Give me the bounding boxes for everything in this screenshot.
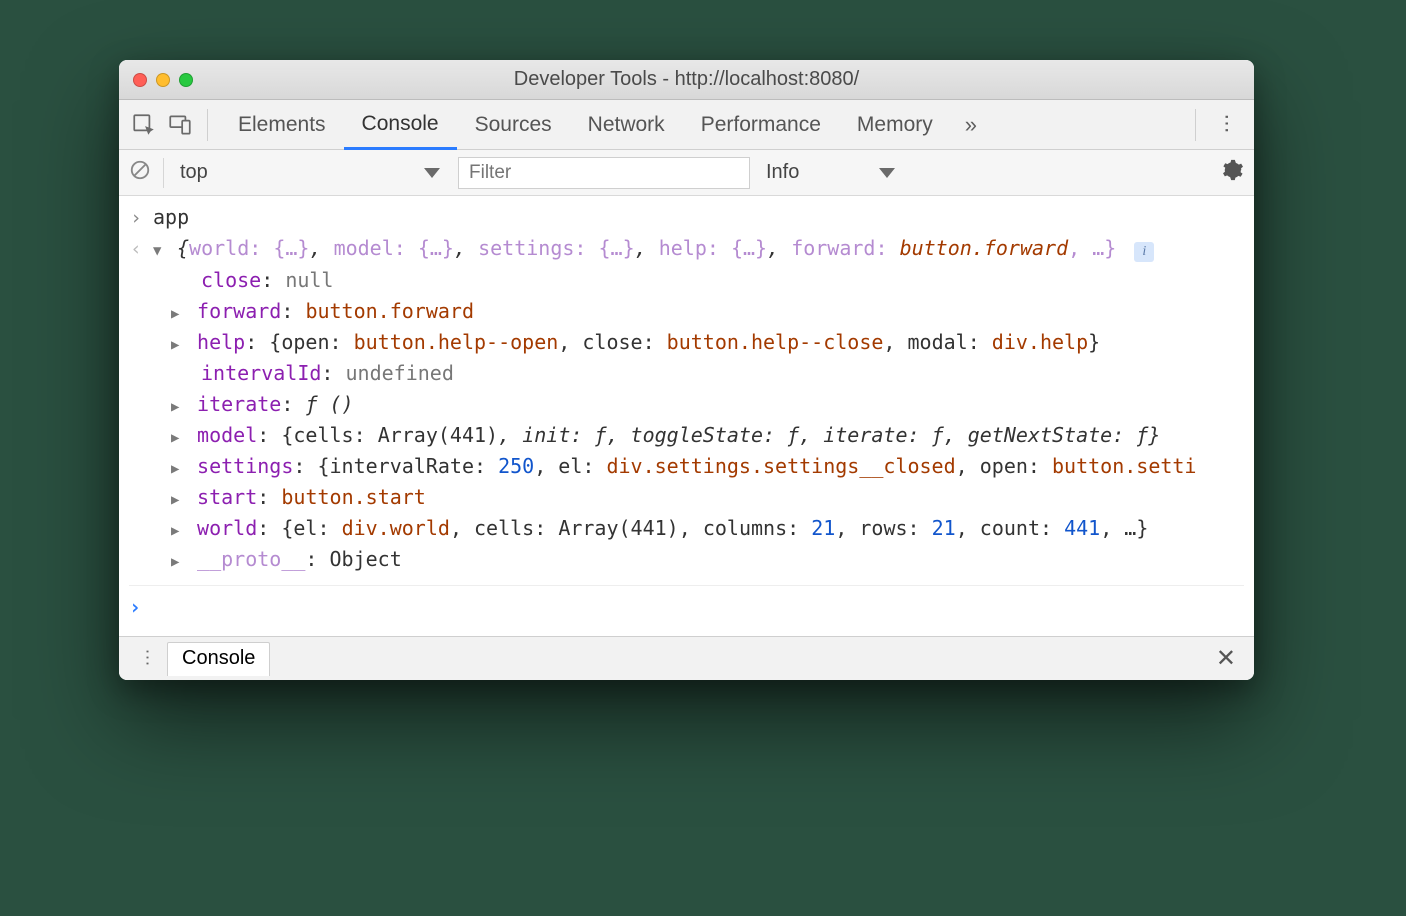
level-label: Info bbox=[766, 161, 799, 184]
tab-network[interactable]: Network bbox=[570, 100, 683, 149]
devtools-window: Developer Tools - http://localhost:8080/… bbox=[119, 60, 1254, 680]
prop-iterate[interactable]: ▶ iterate: ƒ () bbox=[129, 389, 1244, 420]
object-summary: {world: {…}, model: {…}, settings: {…}, … bbox=[177, 233, 1116, 264]
execution-context-select[interactable]: top bbox=[176, 161, 446, 184]
minimize-window-button[interactable] bbox=[156, 73, 170, 87]
window-title: Developer Tools - http://localhost:8080/ bbox=[119, 68, 1254, 91]
console-input-echo: › app bbox=[129, 202, 1244, 233]
tab-elements[interactable]: Elements bbox=[220, 100, 344, 149]
console-filterbar: top Info bbox=[119, 150, 1254, 196]
drawer-tab-console[interactable]: Console bbox=[167, 642, 270, 676]
expand-triangle-icon[interactable]: ▶ bbox=[171, 397, 185, 419]
close-drawer-button[interactable]: ✕ bbox=[1210, 644, 1242, 673]
chevron-down-icon bbox=[879, 168, 895, 178]
console-settings-icon[interactable] bbox=[1222, 159, 1244, 186]
devtools-menu-button[interactable]: ⋯ bbox=[1215, 106, 1240, 144]
tabs-overflow-button[interactable]: » bbox=[951, 112, 991, 138]
expand-triangle-icon[interactable]: ▶ bbox=[171, 428, 185, 450]
context-label: top bbox=[180, 161, 208, 184]
chevron-down-icon bbox=[424, 168, 440, 178]
tab-performance[interactable]: Performance bbox=[683, 100, 839, 149]
log-level-select[interactable]: Info bbox=[766, 161, 895, 184]
prop-forward[interactable]: ▶ forward: button.forward bbox=[129, 296, 1244, 327]
prop-world[interactable]: ▶ world: {el: div.world, cells: Array(44… bbox=[129, 513, 1244, 544]
filterbar-divider bbox=[163, 158, 164, 188]
tab-console[interactable]: Console bbox=[344, 101, 457, 150]
expand-triangle-icon[interactable]: ▶ bbox=[171, 459, 185, 481]
console-output: › app ‹ ▼ {world: {…}, model: {…}, setti… bbox=[119, 196, 1254, 636]
info-badge-icon[interactable]: i bbox=[1134, 242, 1154, 262]
devtools-tabbar: Elements Console Sources Network Perform… bbox=[119, 100, 1254, 150]
console-prompt[interactable]: › bbox=[129, 585, 1244, 623]
prompt-caret-icon: › bbox=[129, 592, 141, 623]
expand-triangle-icon[interactable]: ▶ bbox=[171, 552, 185, 574]
zoom-window-button[interactable] bbox=[179, 73, 193, 87]
console-return-summary[interactable]: ‹ ▼ {world: {…}, model: {…}, settings: {… bbox=[129, 233, 1244, 264]
expand-triangle-icon[interactable]: ▶ bbox=[171, 335, 185, 357]
tabbar-divider bbox=[207, 109, 208, 141]
close-window-button[interactable] bbox=[133, 73, 147, 87]
expand-triangle-icon[interactable]: ▶ bbox=[171, 521, 185, 543]
expand-triangle-icon[interactable]: ▼ bbox=[153, 241, 167, 263]
expand-triangle-icon[interactable]: ▶ bbox=[171, 490, 185, 512]
prop-intervalid[interactable]: intervalId: undefined bbox=[129, 358, 1244, 389]
traffic-lights bbox=[133, 73, 193, 87]
return-caret-icon: ‹ bbox=[129, 235, 143, 264]
clear-console-icon[interactable] bbox=[129, 159, 151, 186]
drawer-bar: ⋯ Console ✕ bbox=[119, 636, 1254, 680]
expand-triangle-icon[interactable]: ▶ bbox=[171, 304, 185, 326]
prop-proto[interactable]: ▶ __proto__: Object bbox=[129, 544, 1244, 575]
drawer-menu-button[interactable]: ⋯ bbox=[137, 643, 158, 675]
tabbar-divider-right bbox=[1195, 109, 1196, 141]
tab-sources[interactable]: Sources bbox=[457, 100, 570, 149]
prop-model[interactable]: ▶ model: {cells: Array(441), init: ƒ, to… bbox=[129, 420, 1244, 451]
tab-memory[interactable]: Memory bbox=[839, 100, 951, 149]
input-caret-icon: › bbox=[129, 204, 143, 233]
input-text: app bbox=[153, 202, 189, 233]
device-toggle-icon[interactable] bbox=[167, 112, 193, 138]
prop-start[interactable]: ▶ start: button.start bbox=[129, 482, 1244, 513]
filter-input[interactable] bbox=[458, 157, 750, 189]
titlebar: Developer Tools - http://localhost:8080/ bbox=[119, 60, 1254, 100]
prop-help[interactable]: ▶ help: {open: button.help--open, close:… bbox=[129, 327, 1244, 358]
prop-close[interactable]: close: null bbox=[129, 265, 1244, 296]
prop-settings[interactable]: ▶ settings: {intervalRate: 250, el: div.… bbox=[129, 451, 1244, 482]
inspect-icon[interactable] bbox=[131, 112, 157, 138]
